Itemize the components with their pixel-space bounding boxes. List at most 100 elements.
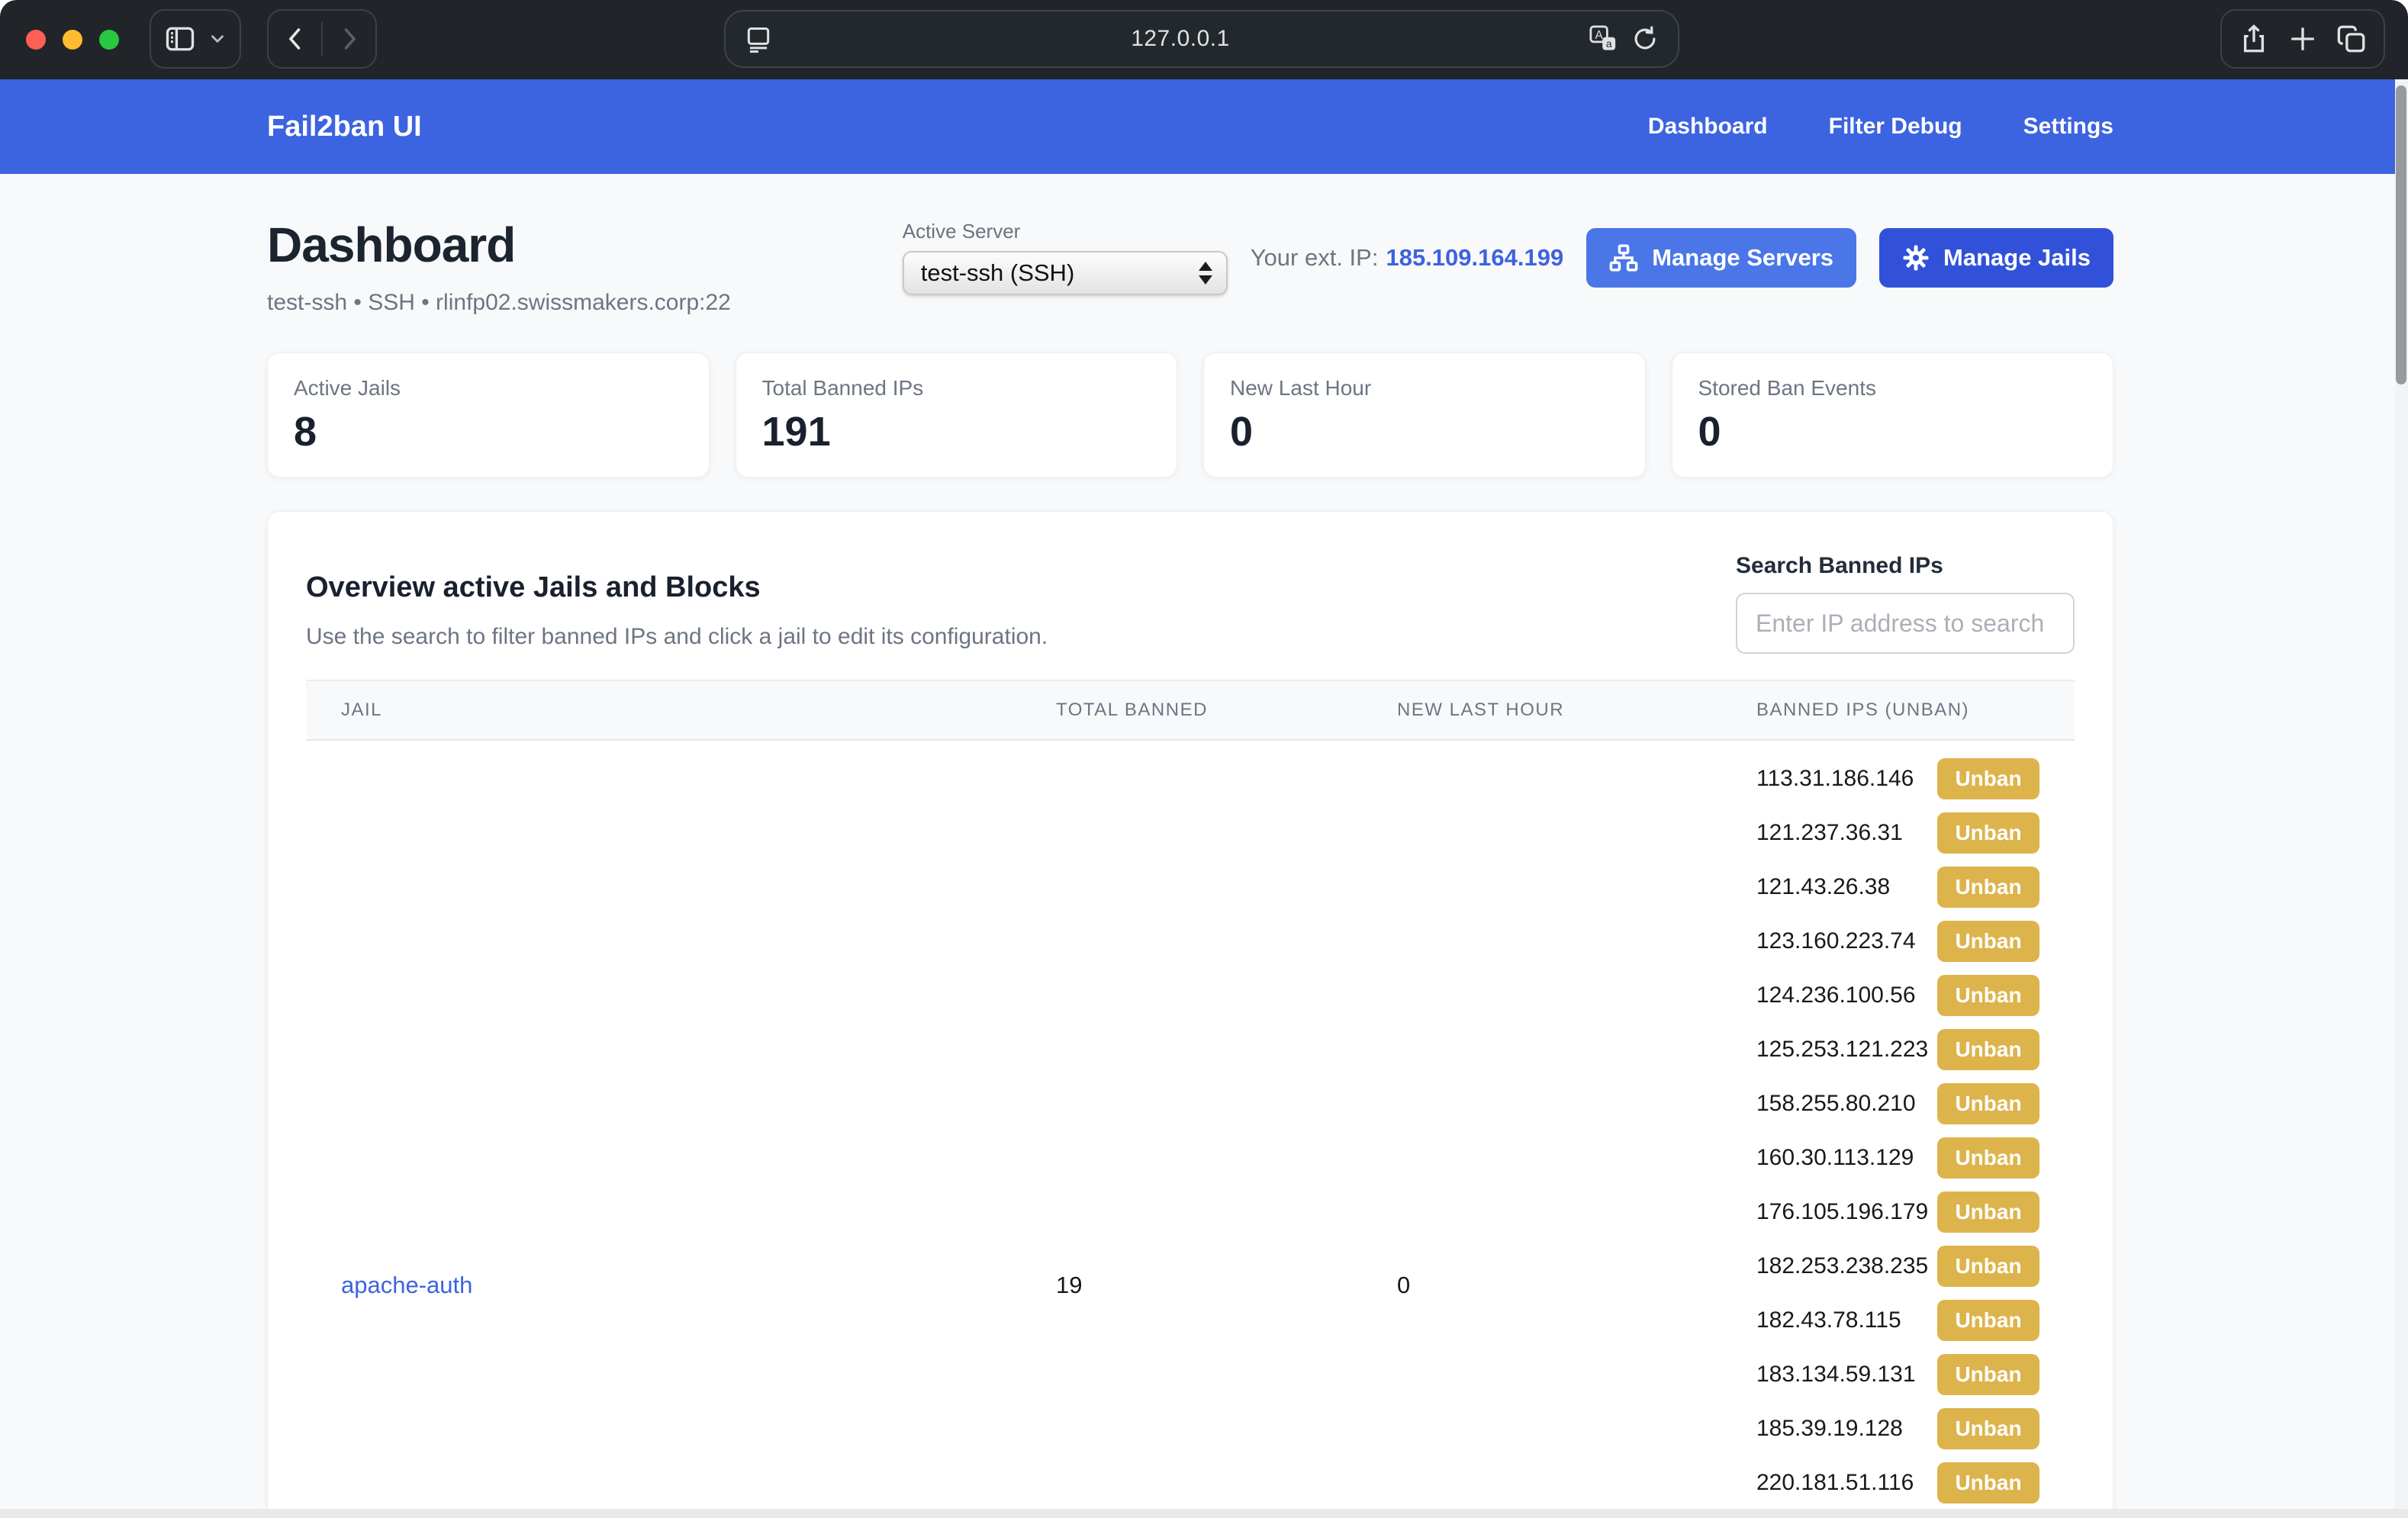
page-settings-icon[interactable] — [744, 24, 773, 53]
unban-button[interactable]: Unban — [1937, 1083, 2039, 1124]
sidebar-toggle-group — [150, 9, 241, 69]
nav-item-settings[interactable]: Settings — [2023, 114, 2113, 140]
stat-value: 0 — [1230, 408, 1619, 455]
search-input[interactable] — [1736, 593, 2075, 654]
translate-icon[interactable]: A a — [1588, 24, 1618, 54]
new-tab-icon[interactable] — [2287, 24, 2318, 54]
page-content: Dashboard test-ssh • SSH • rlinfp02.swis… — [267, 174, 2113, 1518]
app-brand: Fail2ban UI — [267, 111, 422, 143]
ip-address: 125.253.121.223 — [1756, 1037, 1928, 1063]
unban-button[interactable]: Unban — [1937, 1408, 2039, 1449]
banned-ip-row: 124.236.100.56 Unban — [1721, 968, 2075, 1022]
unban-button[interactable]: Unban — [1937, 812, 2039, 854]
app-navbar: Fail2ban UI Dashboard Filter Debug Setting… — [0, 79, 2408, 174]
banned-ip-row: 185.39.19.128Unban — [1721, 1401, 2075, 1455]
unban-button[interactable]: Unban — [1937, 1246, 2039, 1287]
banned-ip-row: 160.30.113.129 Unban — [1721, 1130, 2075, 1185]
table-row: apache-auth 19 0 113.31.186.146Unban121.… — [306, 740, 2075, 1518]
url-text[interactable]: 127.0.0.1 — [773, 26, 1588, 52]
header-controls: Active Server test-ssh (SSH) Your ext. I… — [903, 220, 2113, 295]
stat-value: 8 — [294, 408, 683, 455]
unban-button[interactable]: Unban — [1937, 1462, 2039, 1504]
banned-ip-row: 121.237.36.31Unban — [1721, 806, 2075, 860]
overview-titles: Overview active Jails and Blocks Use the… — [306, 550, 1048, 654]
title-block: Dashboard test-ssh • SSH • rlinfp02.swis… — [267, 217, 731, 316]
stat-cards: Active Jails8Total Banned IPs191New Last… — [267, 352, 2113, 478]
fullscreen-window-button[interactable] — [99, 30, 119, 50]
banned-ip-row: 125.253.121.223 Unban — [1721, 1022, 2075, 1076]
external-ip-label: Your ext. IP: — [1251, 244, 1379, 271]
unban-button[interactable]: Unban — [1937, 1137, 2039, 1179]
dashboard-header: Dashboard test-ssh • SSH • rlinfp02.swis… — [267, 174, 2113, 316]
column-header-new-last-hour: NEW LAST HOUR — [1362, 680, 1721, 740]
unban-button[interactable]: Unban — [1937, 758, 2039, 799]
column-header-total-banned: TOTAL BANNED — [1021, 680, 1362, 740]
overview-card: Overview active Jails and Blocks Use the… — [267, 511, 2113, 1518]
column-header-banned-ips: BANNED IPS (UNBAN) — [1721, 680, 2075, 740]
stat-value: 191 — [762, 408, 1151, 455]
chevron-down-icon[interactable] — [208, 29, 227, 49]
banned-ip-row: 183.134.59.131 Unban — [1721, 1347, 2075, 1401]
stat-card-new-last-hour: New Last Hour 0 — [1203, 352, 1646, 478]
active-server-value: test-ssh (SSH) — [921, 259, 1075, 287]
manage-servers-label: Manage Servers — [1652, 244, 1833, 272]
ip-address: 183.134.59.131 — [1756, 1362, 1916, 1388]
address-bar[interactable]: 127.0.0.1 A a — [724, 10, 1679, 68]
unban-button[interactable]: Unban — [1937, 867, 2039, 908]
jail-cell: apache-auth — [306, 740, 1021, 1518]
ip-address: 123.160.223.74 — [1756, 928, 1916, 954]
jail-link[interactable]: apache-auth — [341, 1272, 472, 1298]
stat-value: 0 — [1698, 408, 2088, 455]
select-stepper-icon — [1199, 262, 1212, 285]
ip-address: 182.253.238.235 — [1756, 1253, 1928, 1279]
forward-button[interactable] — [323, 11, 375, 67]
manage-servers-button[interactable]: Manage Servers — [1586, 228, 1856, 288]
unban-button[interactable]: Unban — [1937, 975, 2039, 1016]
ip-address: 220.181.51.116 — [1756, 1470, 1914, 1496]
sidebar-icon[interactable] — [163, 22, 197, 56]
nav-item-dashboard[interactable]: Dashboard — [1648, 114, 1768, 140]
banned-ip-row: 123.160.223.74 Unban — [1721, 914, 2075, 968]
unban-button[interactable]: Unban — [1937, 1192, 2039, 1233]
external-ip-value[interactable]: 185.109.164.199 — [1386, 244, 1563, 271]
new-last-hour-cell: 0 — [1362, 740, 1721, 1518]
ip-address: 121.43.26.38 — [1756, 874, 1890, 900]
nav-item-filter-debug[interactable]: Filter Debug — [1829, 114, 1962, 140]
column-header-jail: JAIL — [306, 680, 1021, 740]
unban-button[interactable]: Unban — [1937, 1354, 2039, 1395]
banned-ip-row: 113.31.186.146Unban — [1721, 751, 2075, 806]
ip-address: 160.30.113.129 — [1756, 1145, 1914, 1171]
manage-jails-button[interactable]: Manage Jails — [1879, 228, 2113, 288]
external-ip: Your ext. IP: 185.109.164.199 — [1251, 244, 1563, 272]
banned-ip-row: 176.105.196.179Unban — [1721, 1185, 2075, 1239]
minimize-window-button[interactable] — [63, 30, 82, 50]
banned-ips-cell: 113.31.186.146Unban121.237.36.31Unban121… — [1721, 740, 2075, 1518]
unban-button[interactable]: Unban — [1937, 1300, 2039, 1341]
total-banned-cell: 19 — [1021, 740, 1362, 1518]
active-server-group: Active Server test-ssh (SSH) — [903, 220, 1228, 295]
ip-address: 124.236.100.56 — [1756, 983, 1916, 1008]
share-icon[interactable] — [2238, 23, 2270, 55]
traffic-lights — [26, 30, 119, 50]
close-window-button[interactable] — [26, 30, 46, 50]
stat-label: New Last Hour — [1230, 376, 1619, 400]
active-server-select[interactable]: test-ssh (SSH) — [903, 251, 1228, 295]
back-button[interactable] — [269, 11, 321, 67]
banned-ip-row: 158.255.80.210 Unban — [1721, 1076, 2075, 1130]
ip-address: 158.255.80.210 — [1756, 1091, 1916, 1117]
manage-jails-label: Manage Jails — [1943, 244, 2091, 272]
table-header-row: JAIL TOTAL BANNED NEW LAST HOUR BANNED I… — [306, 680, 2075, 740]
banned-ip-row: 182.43.78.115Unban — [1721, 1293, 2075, 1347]
overview-title: Overview active Jails and Blocks — [306, 571, 1048, 604]
stat-card-active-jails: Active Jails8 — [267, 352, 710, 478]
active-server-label: Active Server — [903, 220, 1228, 243]
search-label: Search Banned IPs — [1736, 553, 2075, 579]
reload-icon[interactable] — [1631, 24, 1660, 53]
scrollbar-thumb[interactable] — [2396, 85, 2406, 384]
banned-ip-row: 121.43.26.38 Unban — [1721, 860, 2075, 914]
tabs-overview-icon[interactable] — [2336, 23, 2368, 55]
unban-button[interactable]: Unban — [1937, 1029, 2039, 1070]
overview-card-header: Overview active Jails and Blocks Use the… — [268, 512, 2113, 654]
unban-button[interactable]: Unban — [1937, 921, 2039, 962]
gear-icon — [1902, 244, 1930, 272]
